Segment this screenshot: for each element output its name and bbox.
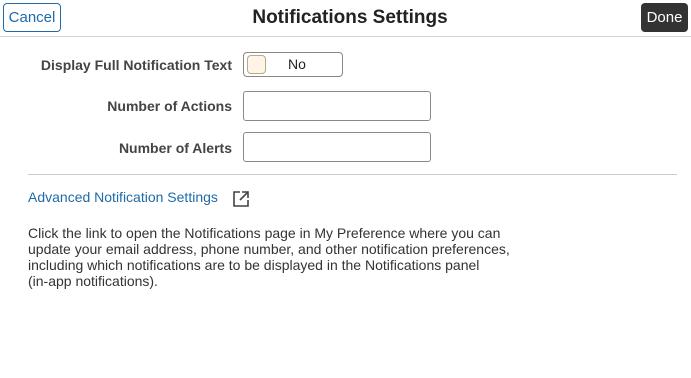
notifications-settings-page: Cancel Notifications Settings Done Displ…	[0, 0, 691, 378]
description-line: update your email address, phone number,…	[28, 241, 510, 257]
number-of-alerts-input[interactable]	[243, 132, 431, 162]
number-of-actions-input[interactable]	[243, 91, 431, 121]
description-line: (in-app notifications).	[28, 273, 158, 289]
done-button[interactable]: Done	[641, 3, 688, 32]
advanced-settings-description: Click the link to open the Notifications…	[28, 225, 548, 289]
section-divider	[28, 174, 677, 175]
description-line: Click the link to open the Notifications…	[28, 225, 501, 241]
display-full-text-label: Display Full Notification Text	[40, 57, 232, 73]
display-full-text-toggle[interactable]: No	[243, 52, 343, 77]
number-of-actions-label: Number of Actions	[107, 98, 232, 114]
description-line: including which notifications are to be …	[28, 257, 480, 273]
header-bar: Cancel Notifications Settings Done	[0, 0, 691, 37]
cancel-button[interactable]: Cancel	[3, 3, 61, 32]
advanced-notification-settings-link[interactable]: Advanced Notification Settings	[28, 189, 218, 205]
page-title: Notifications Settings	[252, 7, 448, 28]
toggle-value: No	[288, 56, 306, 72]
toggle-knob	[247, 55, 266, 74]
number-of-alerts-label: Number of Alerts	[118, 140, 232, 156]
external-link-icon[interactable]	[232, 190, 250, 208]
